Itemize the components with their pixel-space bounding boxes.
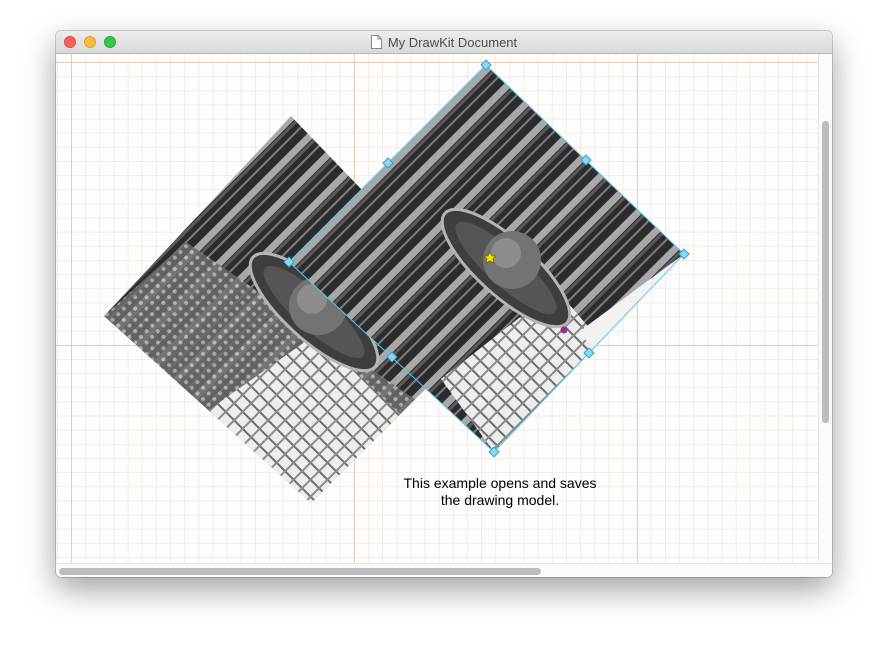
title-bar[interactable]: My DrawKit Document (56, 31, 832, 54)
vertical-scroll-thumb[interactable] (822, 121, 829, 423)
anchor-point-icon[interactable] (560, 326, 568, 334)
window-title-group: My DrawKit Document (56, 31, 832, 53)
drawing-canvas[interactable]: This example opens and saves the drawing… (56, 54, 818, 563)
horizontal-scrollbar[interactable] (56, 563, 832, 577)
document-window: My DrawKit Document This example opens a… (56, 31, 832, 577)
window-title: My DrawKit Document (387, 34, 518, 50)
document-icon (370, 35, 382, 49)
caption-line-1: This example opens and saves (403, 475, 597, 491)
horizontal-scroll-thumb[interactable] (59, 568, 541, 575)
caption-text: This example opens and saves the drawing… (380, 475, 620, 509)
vertical-scrollbar[interactable] (818, 54, 832, 563)
caption-line-2: the drawing model. (440, 492, 560, 508)
